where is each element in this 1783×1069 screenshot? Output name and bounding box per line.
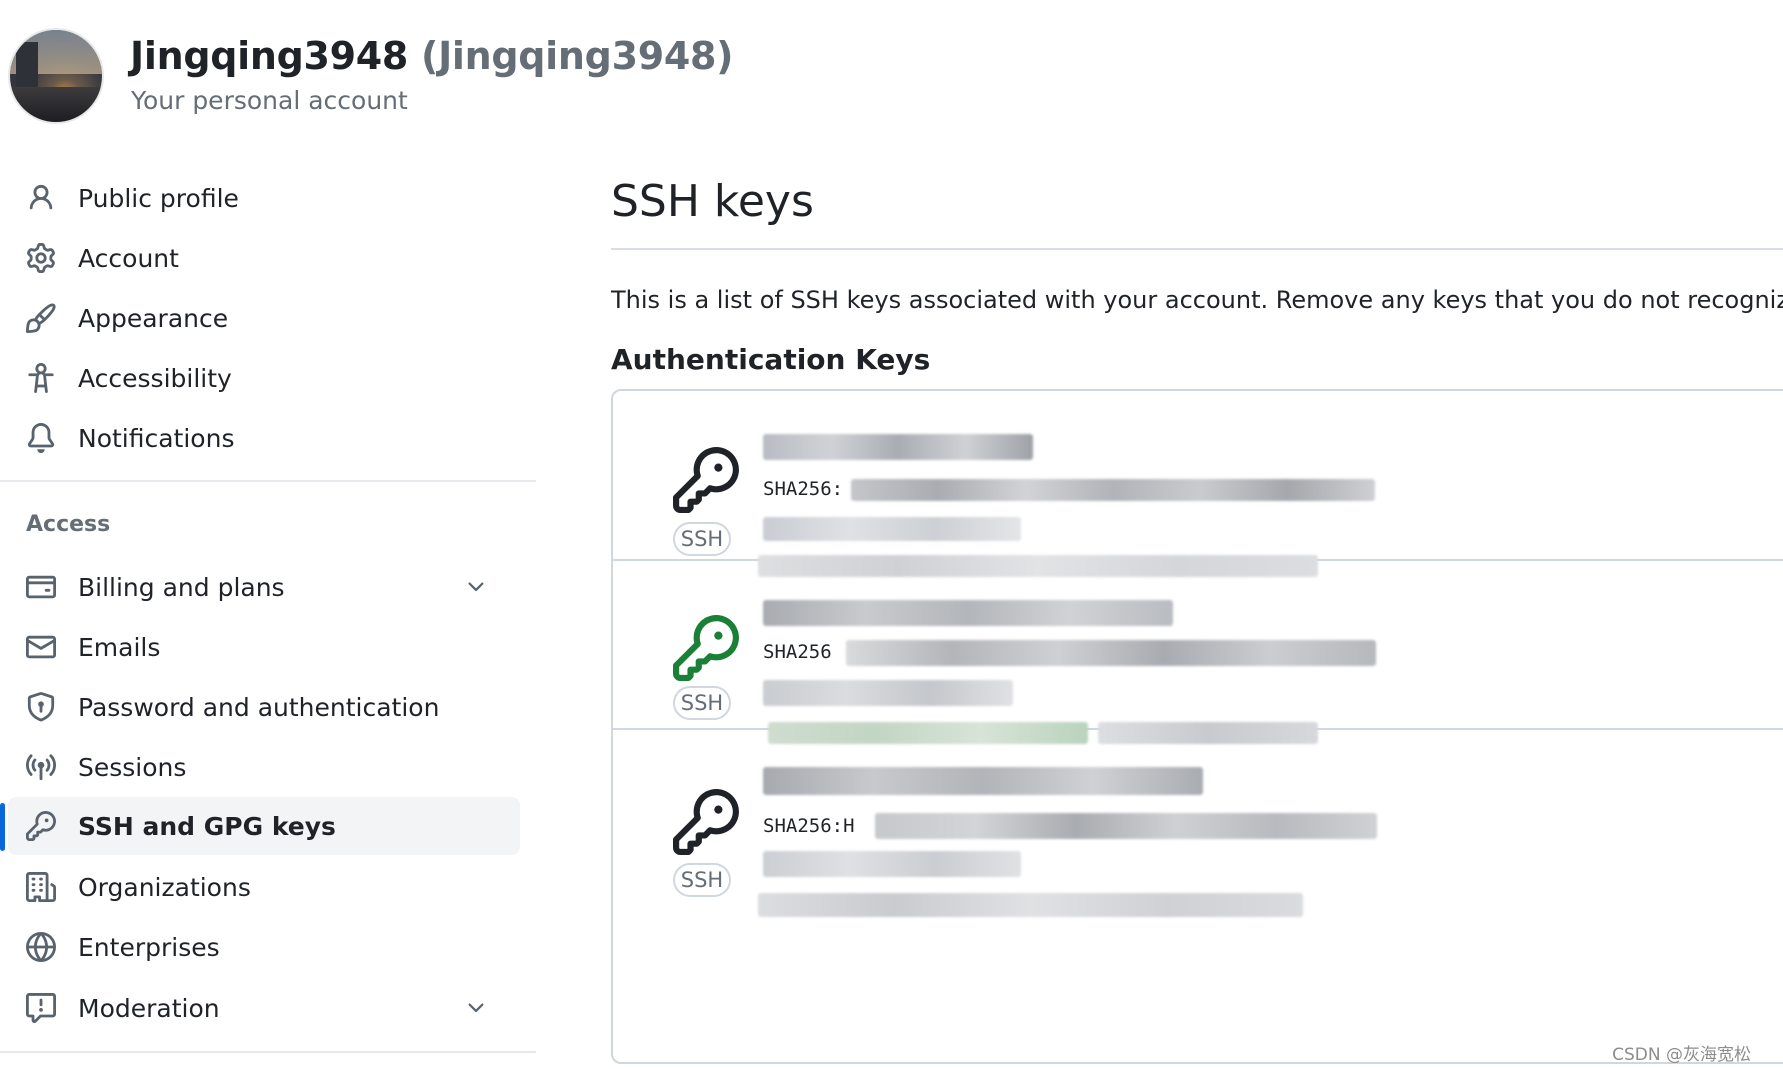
sidebar-item-organizations[interactable]: Organizations [8, 858, 520, 916]
active-indicator [0, 803, 5, 851]
key-fingerprint-redacted [875, 813, 1377, 839]
person-icon [25, 182, 57, 214]
gear-icon [25, 242, 57, 274]
key-icon [673, 615, 739, 681]
sidebar-item-notifications[interactable]: Notifications [8, 409, 520, 467]
sidebar-item-label: Sessions [78, 752, 187, 782]
sidebar-item-label: Password and authentication [78, 692, 440, 722]
sidebar-item-public-profile[interactable]: Public profile [8, 169, 520, 227]
broadcast-icon [25, 751, 57, 783]
login-name: (Jingqing3948) [421, 34, 734, 78]
key-fingerprint-label: SHA256 [763, 641, 832, 663]
key-added-redacted [763, 517, 1021, 541]
globe-icon [25, 931, 57, 963]
key-fingerprint-redacted [846, 640, 1376, 666]
key-type-badge: SSH [673, 863, 731, 897]
key-added-redacted [763, 851, 1021, 877]
report-icon [25, 992, 57, 1024]
shield-lock-icon [25, 691, 57, 723]
page-description: This is a list of SSH keys associated wi… [611, 286, 1783, 314]
account-subtitle: Your personal account [131, 86, 408, 115]
section-label-access: Access [26, 512, 111, 537]
ssh-key-item: SSH SHA256: [613, 391, 1783, 577]
accessibility-icon [25, 362, 57, 394]
avatar[interactable] [10, 30, 102, 122]
sidebar-item-label: Billing and plans [78, 572, 285, 602]
sidebar-item-label: Account [78, 243, 179, 273]
key-type-badge: SSH [673, 522, 731, 556]
key-title-redacted [763, 767, 1203, 795]
sidebar-item-ssh-and-gpg-keys[interactable]: SSH and GPG keys [8, 797, 520, 855]
sidebar-item-moderation[interactable]: Moderation [8, 979, 520, 1037]
sidebar-item-label: Accessibility [78, 363, 232, 393]
sidebar-item-sessions[interactable]: Sessions [8, 738, 520, 796]
key-icon [673, 447, 739, 513]
key-fingerprint-redacted [851, 479, 1375, 501]
sidebar-item-label: Organizations [78, 872, 251, 902]
sidebar-item-label: Appearance [78, 303, 229, 333]
key-last-used-redacted [758, 893, 1303, 917]
key-fingerprint-label: SHA256: [763, 478, 844, 500]
account-name: Jingqing3948 (Jingqing3948) [130, 34, 734, 78]
sidebar-item-appearance[interactable]: Appearance [8, 289, 520, 347]
sidebar-item-label: SSH and GPG keys [78, 811, 336, 841]
sidebar-item-enterprises[interactable]: Enterprises [8, 918, 520, 976]
key-fingerprint-label: SHA256:H [763, 815, 855, 837]
ssh-key-list: SSH SHA256: SSH SHA256 SSH SHA256:H [611, 389, 1783, 1064]
sidebar-item-label: Public profile [78, 183, 239, 213]
sidebar-divider [0, 1051, 536, 1053]
ssh-key-item: SSH SHA256 [613, 560, 1783, 744]
sidebar-item-label: Moderation [78, 993, 220, 1023]
key-type-badge: SSH [673, 686, 731, 720]
sidebar-divider [0, 480, 536, 482]
key-title-redacted [763, 434, 1033, 460]
section-heading: Authentication Keys [611, 343, 931, 376]
sidebar-item-account[interactable]: Account [8, 229, 520, 287]
key-added-redacted [763, 680, 1013, 706]
bell-icon [25, 422, 57, 454]
ssh-key-item: SSH SHA256:H [613, 729, 1783, 917]
mail-icon [25, 631, 57, 663]
sidebar-item-billing-and-plans[interactable]: Billing and plans [8, 558, 520, 616]
paintbrush-icon [25, 302, 57, 334]
sidebar-item-emails[interactable]: Emails [8, 618, 520, 676]
sidebar-item-label: Notifications [78, 423, 235, 453]
chevron-down-icon[interactable] [464, 996, 488, 1020]
sidebar-item-password-and-authentication[interactable]: Password and authentication [8, 678, 520, 736]
page-title: SSH keys [611, 176, 814, 227]
sidebar-item-label: Emails [78, 632, 161, 662]
key-icon [25, 810, 57, 842]
display-name: Jingqing3948 [130, 34, 409, 78]
watermark: CSDN @灰海宽松 [1612, 1045, 1751, 1065]
title-divider [611, 248, 1783, 250]
credit-card-icon [25, 571, 57, 603]
chevron-down-icon[interactable] [464, 575, 488, 599]
key-title-redacted [763, 600, 1173, 626]
sidebar-item-label: Enterprises [78, 932, 220, 962]
organization-icon [25, 871, 57, 903]
key-icon [673, 789, 739, 855]
sidebar-item-accessibility[interactable]: Accessibility [8, 349, 520, 407]
